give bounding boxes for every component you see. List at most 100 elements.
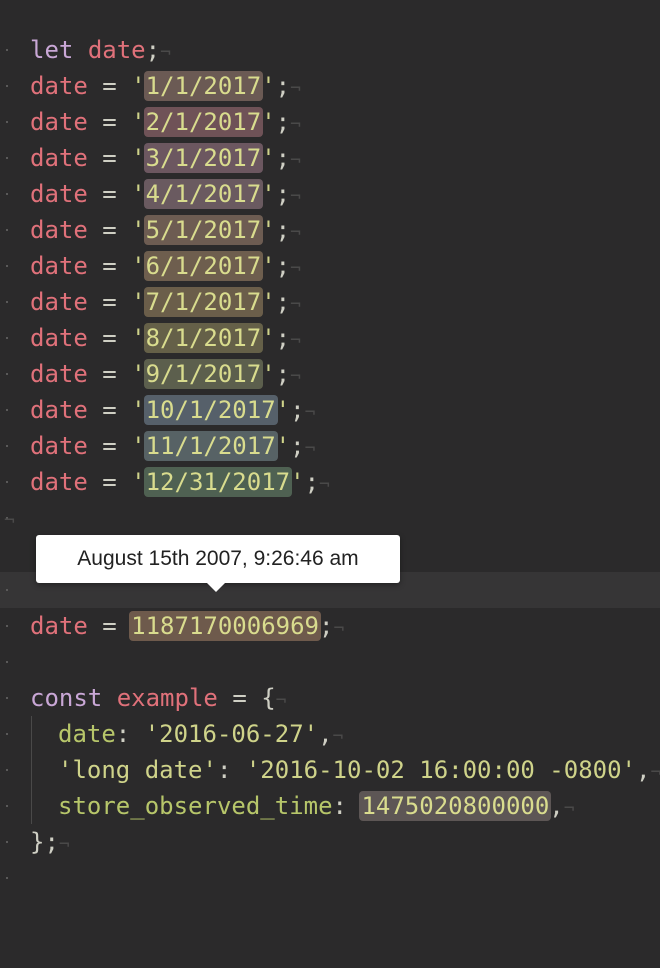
code-line-date[interactable]: date = '8/1/2017';¬ [0, 320, 660, 356]
quote: ' [261, 216, 276, 244]
date-highlight[interactable]: 11/1/2017 [143, 431, 278, 461]
code-line-prop-store[interactable]: store_observed_time: 1475020800000,¬ [0, 788, 660, 824]
variable: date [87, 36, 146, 64]
line-end-icon: ¬ [304, 438, 316, 459]
indent-marker [6, 193, 8, 195]
semicolon: ; [275, 216, 291, 244]
date-highlight[interactable]: 10/1/2017 [143, 395, 278, 425]
code-line[interactable]: let date;¬ [0, 32, 660, 68]
code-line-empty[interactable]: ¬ [0, 500, 660, 536]
code-line-close[interactable]: };¬ [0, 824, 660, 860]
date-highlight[interactable]: 2/1/2017 [143, 107, 264, 137]
semicolon: ; [275, 324, 291, 352]
line-end-icon: ¬ [58, 834, 70, 855]
operator: = [232, 684, 247, 712]
line-end-icon: ¬ [275, 690, 287, 711]
date-highlight[interactable]: 3/1/2017 [143, 143, 264, 173]
date-highlight[interactable]: 8/1/2017 [143, 323, 264, 353]
string-value: '2016-06-27' [144, 720, 319, 748]
date-highlight[interactable]: 7/1/2017 [143, 287, 264, 317]
quote: ' [261, 288, 276, 316]
operator: = [102, 180, 117, 208]
operator: = [102, 216, 117, 244]
date-highlight[interactable]: 12/31/2017 [143, 467, 293, 497]
semicolon: ; [275, 72, 291, 100]
semicolon: ; [319, 612, 334, 640]
variable: date [30, 252, 88, 280]
semicolon: ; [275, 288, 291, 316]
code-line-date[interactable]: date = '1/1/2017';¬ [0, 68, 660, 104]
date-highlight[interactable]: 1/1/2017 [143, 71, 264, 101]
variable: date [30, 216, 88, 244]
semicolon: ; [290, 432, 305, 460]
operator: = [102, 612, 117, 640]
colon: : [115, 720, 131, 748]
line-end-icon: ¬ [4, 510, 15, 531]
quote: ' [261, 108, 276, 136]
code-line-date[interactable]: date = '5/1/2017';¬ [0, 212, 660, 248]
code-editor[interactable]: let date;¬ date = '1/1/2017';¬ date = '2/… [0, 0, 660, 880]
indent-marker [6, 265, 8, 267]
code-line-timestamp[interactable]: date = 1187170006969;¬ [0, 608, 660, 644]
indent-marker [6, 841, 8, 843]
variable: date [30, 612, 88, 640]
indent-marker [6, 481, 8, 483]
code-line-const[interactable]: const example = {¬ [0, 680, 660, 716]
code-line-date[interactable]: date = '10/1/2017';¬ [0, 392, 660, 428]
date-highlight[interactable]: 9/1/2017 [143, 359, 264, 389]
quote: ' [261, 144, 276, 172]
indent-marker [6, 229, 8, 231]
semicolon: ; [290, 396, 305, 424]
code-line-date[interactable]: date = '6/1/2017';¬ [0, 248, 660, 284]
line-end-icon: ¬ [290, 258, 301, 279]
indent-marker [6, 445, 8, 447]
line-end-icon: ¬ [290, 78, 301, 99]
indent-marker [6, 373, 8, 375]
comma: , [318, 720, 333, 748]
variable: date [30, 360, 88, 388]
quote: ' [275, 396, 291, 424]
line-end-icon: ¬ [304, 402, 316, 423]
code-line-date[interactable]: date = '12/31/2017';¬ [0, 464, 660, 500]
semicolon: ; [275, 180, 291, 208]
timestamp-highlight[interactable]: 1187170006969 [129, 611, 321, 641]
quote: ' [261, 252, 276, 280]
indent-guide [31, 716, 32, 752]
code-line-date[interactable]: date = '3/1/2017';¬ [0, 140, 660, 176]
code-line-date[interactable]: date = '4/1/2017';¬ [0, 176, 660, 212]
line-end-icon: ¬ [333, 618, 345, 639]
semicolon: ; [275, 144, 291, 172]
line-end-icon: ¬ [290, 222, 301, 243]
comma: , [636, 756, 651, 784]
code-line-date[interactable]: date = '9/1/2017';¬ [0, 356, 660, 392]
line-end-icon: ¬ [160, 42, 171, 63]
code-line-date[interactable]: date = '11/1/2017';¬ [0, 428, 660, 464]
indent-marker [6, 733, 8, 735]
indent-marker [6, 877, 8, 879]
variable: date [30, 468, 88, 496]
operator: = [102, 432, 117, 460]
indent-marker [6, 625, 8, 627]
variable: date [30, 144, 88, 172]
indent-marker [6, 301, 8, 303]
code-line-date[interactable]: date = '2/1/2017';¬ [0, 104, 660, 140]
code-line-empty[interactable] [0, 644, 660, 680]
code-line-prop-date[interactable]: date: '2016-06-27',¬ [0, 716, 660, 752]
line-end-icon: ¬ [290, 366, 301, 387]
code-line-prop-long-date[interactable]: 'long date': '2016-10-02 16:00:00 -0800'… [0, 752, 660, 788]
date-highlight[interactable]: 5/1/2017 [143, 215, 264, 245]
code-line-date[interactable]: date = '7/1/2017';¬ [0, 284, 660, 320]
open-brace: { [261, 684, 276, 712]
property-key: date [58, 720, 116, 748]
semicolon: ; [304, 468, 320, 496]
semicolon: ; [145, 36, 161, 64]
variable: date [30, 288, 88, 316]
date-highlight[interactable]: 4/1/2017 [143, 179, 264, 209]
date-highlight[interactable]: 6/1/2017 [143, 251, 264, 281]
line-end-icon: ¬ [332, 726, 344, 747]
operator: = [102, 108, 117, 136]
operator: = [102, 144, 117, 172]
timestamp-highlight[interactable]: 1475020800000 [359, 791, 552, 821]
code-line-empty[interactable] [0, 860, 660, 896]
quote: ' [261, 180, 276, 208]
